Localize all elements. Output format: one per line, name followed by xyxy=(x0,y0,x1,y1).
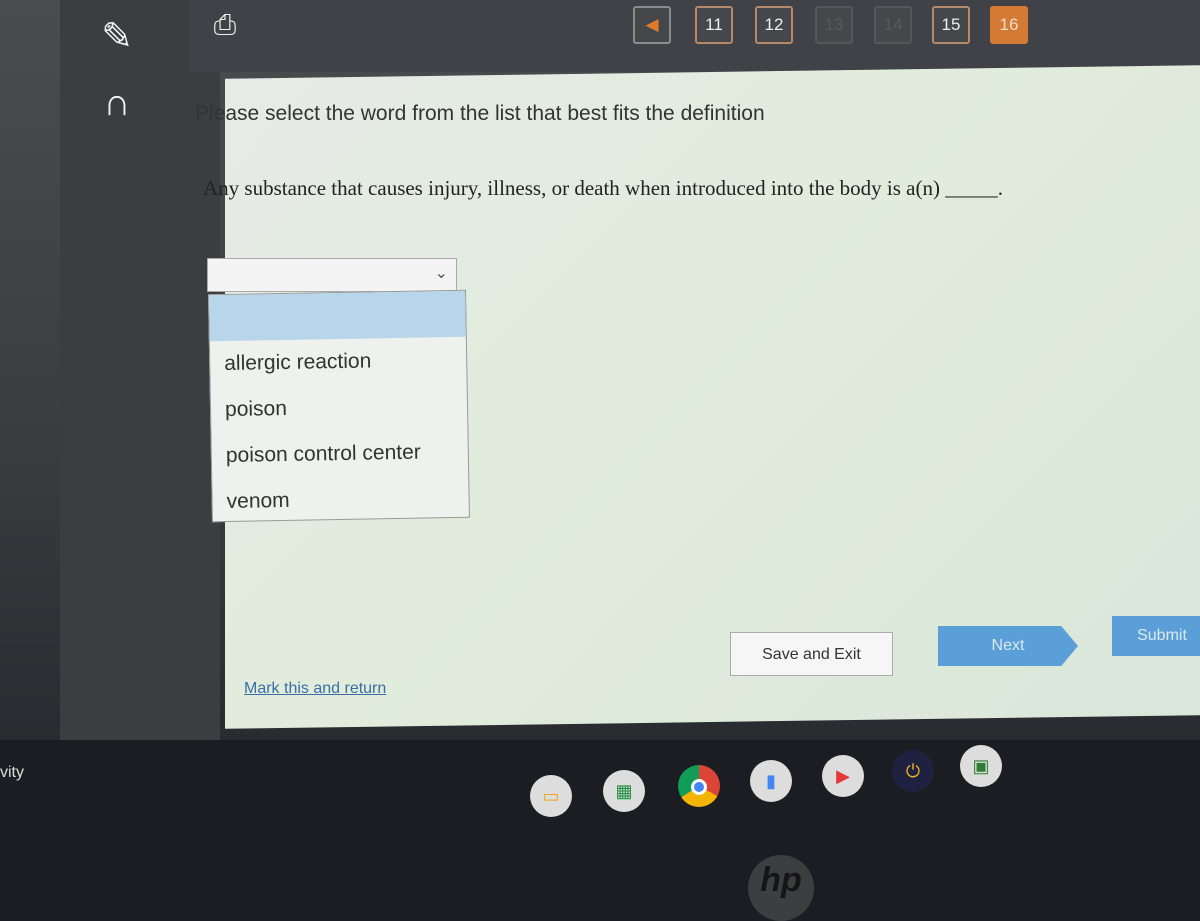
submit-button[interactable]: Submit xyxy=(1112,616,1200,656)
mark-and-return-link[interactable]: Mark this and return xyxy=(244,680,386,698)
dropdown-option[interactable]: poison control center xyxy=(211,429,468,479)
page-12-button[interactable]: 12 xyxy=(755,6,793,44)
next-button[interactable]: Next xyxy=(938,626,1078,666)
sheets-icon[interactable]: ▦ xyxy=(603,770,645,812)
youtube-icon[interactable]: ▶ xyxy=(822,755,864,797)
slides-icon[interactable]: ▭ xyxy=(530,775,572,817)
prev-page-button[interactable]: ◀ xyxy=(633,6,671,44)
page-14-button[interactable]: 14 xyxy=(874,6,912,44)
dropdown-options: allergic reaction poison poison control … xyxy=(208,289,470,525)
dropdown-option[interactable]: allergic reaction xyxy=(210,337,467,387)
triangle-left-icon: ◀ xyxy=(645,15,659,34)
dropdown-option[interactable]: venom xyxy=(212,475,469,525)
pencil-icon[interactable]: ✎ xyxy=(92,12,142,62)
chevron-down-icon: ⌄ xyxy=(434,265,448,282)
hp-logo: hp xyxy=(748,855,814,921)
classroom-icon[interactable]: ▣ xyxy=(960,745,1002,787)
dropdown-option[interactable]: poison xyxy=(211,383,468,433)
page-16-button[interactable]: 16 xyxy=(990,6,1028,44)
screen: ✎ ∩ ⎙ ◀ 11 12 13 14 15 16 Please select … xyxy=(0,0,1200,740)
page-13-button[interactable]: 13 xyxy=(815,6,853,44)
docs-icon[interactable]: ▮ xyxy=(750,760,792,802)
print-icon[interactable]: ⎙ xyxy=(200,0,250,50)
side-text: vity xyxy=(0,764,24,781)
save-and-exit-button[interactable]: Save and Exit xyxy=(730,632,893,676)
page-11-button[interactable]: 11 xyxy=(695,6,733,44)
power-icon[interactable]: ⏻ xyxy=(892,750,934,792)
page-15-button[interactable]: 15 xyxy=(932,6,970,44)
headphones-icon[interactable]: ∩ xyxy=(92,78,142,128)
top-bar: ⎙ ◀ 11 12 13 14 15 16 xyxy=(190,0,1200,72)
chrome-icon[interactable] xyxy=(678,765,720,807)
question-text: Any substance that causes injury, illnes… xyxy=(203,176,1003,200)
dropdown-option-empty[interactable] xyxy=(209,290,466,342)
answer-dropdown[interactable]: ⌄ xyxy=(207,258,457,292)
instruction-text: Please select the word from the list tha… xyxy=(195,102,765,125)
